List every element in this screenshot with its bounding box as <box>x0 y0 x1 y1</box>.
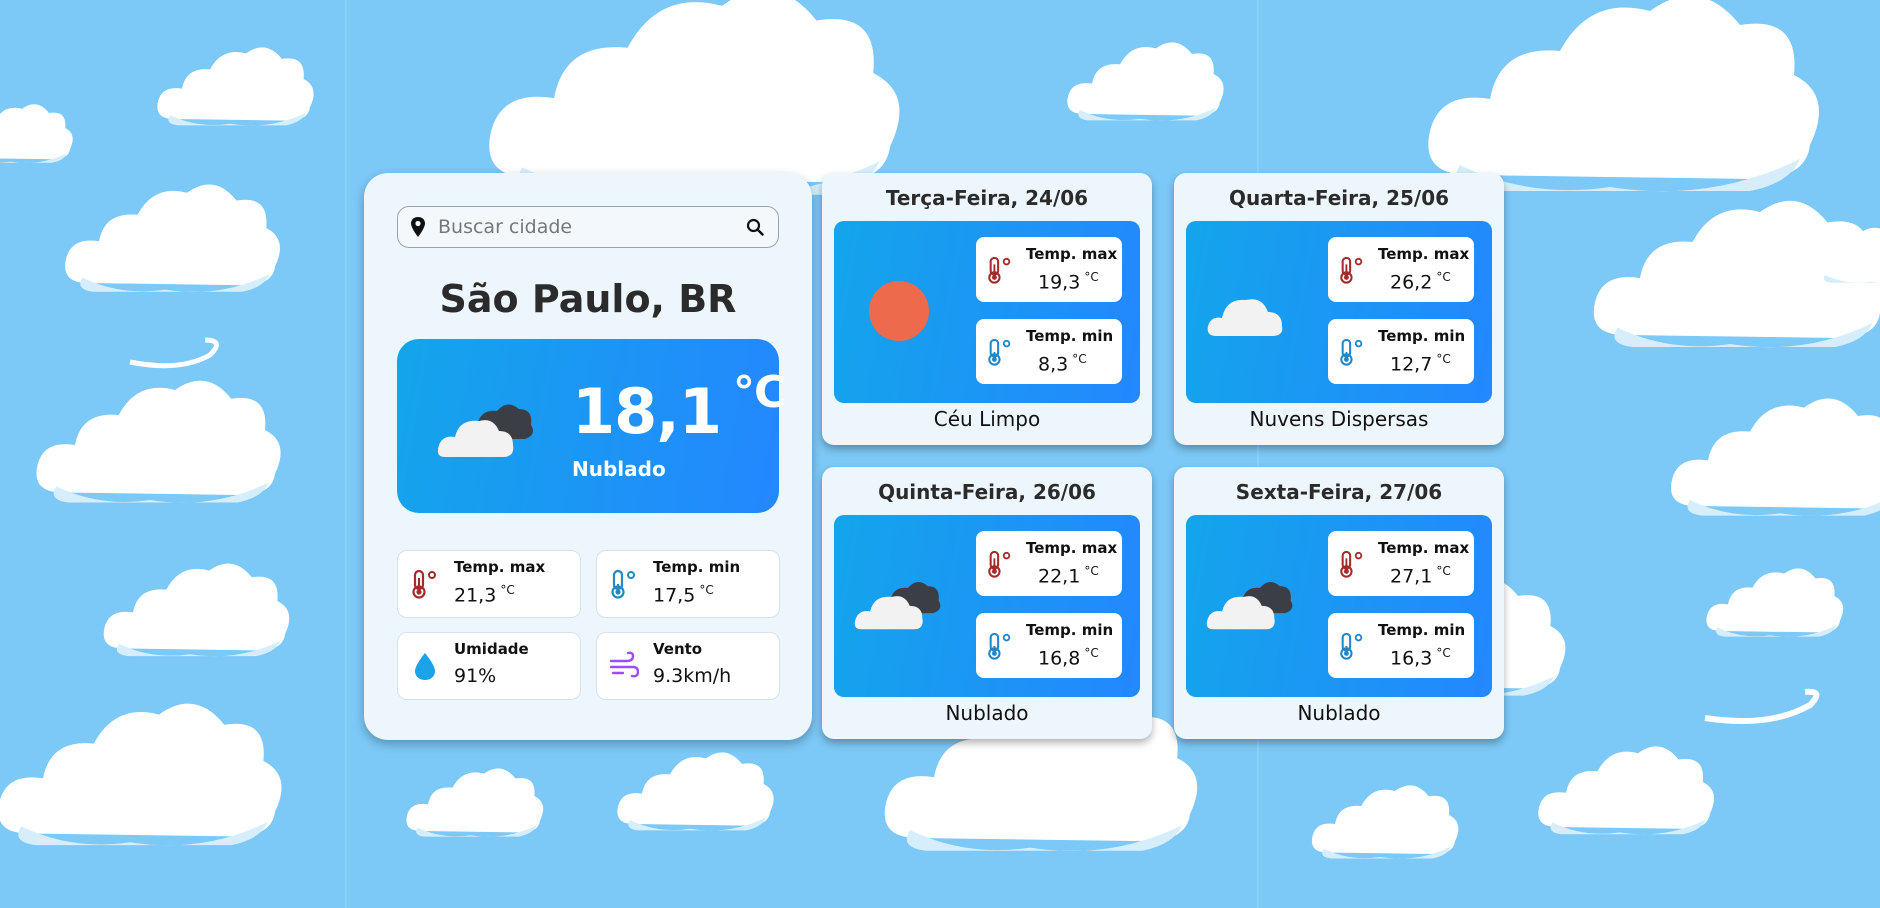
thermometer-cold-icon <box>988 338 1011 366</box>
stat-value: 21,3 °C <box>454 583 515 607</box>
forecast-temp-min: Temp. min 12,7 °C <box>1328 319 1474 384</box>
forecast-max-label: Temp. max <box>1026 245 1118 263</box>
city-name: São Paulo, BR <box>439 277 737 321</box>
forecast-day: Quarta-Feira, 25/06 <box>1228 186 1450 210</box>
forecast-panel: Temp. max 26,2 °C Temp. min 12,7 °C <box>1186 221 1492 403</box>
forecast-min-label: Temp. min <box>1026 621 1114 639</box>
forecast-max-value: 22,1 °C <box>1038 564 1099 588</box>
forecast-max-label: Temp. max <box>1378 539 1470 557</box>
cloudy-icon <box>854 582 941 630</box>
thermometer-hot-icon <box>1340 256 1363 284</box>
forecast-card: Quinta-Feira, 26/06 Temp. max 22,1 °C Tem <box>822 467 1152 739</box>
forecast-temp-min: Temp. min 16,3 °C <box>1328 613 1474 678</box>
thermometer-cold-icon <box>1340 338 1363 366</box>
forecast-temp-max: Temp. max 26,2 °C <box>1328 237 1474 302</box>
location-pin-icon <box>411 217 425 237</box>
forecast-max-value: 27,1 °C <box>1390 564 1451 588</box>
thermometer-hot-icon <box>412 569 436 599</box>
stat-label: Vento <box>653 640 703 658</box>
stat-label: Umidade <box>454 640 529 658</box>
forecast-condition: Nublado <box>1297 701 1381 725</box>
forecast-panel: Temp. max 22,1 °C Temp. min 16,8 °C <box>834 515 1140 697</box>
stat-label: Temp. min <box>653 558 741 576</box>
thermometer-hot-icon <box>988 256 1011 284</box>
forecast-min-label: Temp. min <box>1378 621 1466 639</box>
forecast-card: Terça-Feira, 24/06 Temp. max 19,3 °C Temp… <box>822 173 1152 445</box>
search-box[interactable] <box>397 206 779 248</box>
current-weather-card: São Paulo, BR 18,1°C Nublado Temp. max 2… <box>364 173 812 740</box>
forecast-card: Quarta-Feira, 25/06 Temp. max 26,2 °C Tem… <box>1174 173 1504 445</box>
forecast-max-value: 26,2 °C <box>1390 270 1451 294</box>
stat-temp-max: Temp. max 21,3 °C <box>397 550 581 618</box>
forecast-day: Terça-Feira, 24/06 <box>885 186 1089 210</box>
forecast-condition: Nuvens Dispersas <box>1249 407 1429 431</box>
forecast-min-label: Temp. min <box>1378 327 1466 345</box>
forecast-min-value: 8,3 °C <box>1038 352 1087 376</box>
forecast-temp-max: Temp. max 22,1 °C <box>976 531 1122 596</box>
search-input[interactable] <box>438 214 738 240</box>
current-description: Nublado <box>572 457 666 481</box>
current-temperature: 18,1 °C <box>572 367 786 448</box>
stat-value: 17,5 °C <box>653 583 714 607</box>
stat-wind: Vento 9.3km/h <box>596 632 780 700</box>
forecast-panel: Temp. max 27,1 °C Temp. min 16,3 °C <box>1186 515 1492 697</box>
thermometer-hot-icon <box>988 550 1011 578</box>
forecast-day: Sexta-Feira, 27/06 <box>1235 480 1443 504</box>
forecast-min-value: 16,8 °C <box>1038 646 1099 670</box>
forecast-card: Sexta-Feira, 27/06 Temp. max 27,1 °C Temp <box>1174 467 1504 739</box>
cloud-icon <box>1207 299 1283 336</box>
forecast-temp-max: Temp. max 27,1 °C <box>1328 531 1474 596</box>
wind-icon <box>609 651 639 678</box>
forecast-min-label: Temp. min <box>1026 327 1114 345</box>
thermometer-cold-icon <box>611 569 635 599</box>
stat-humidity: Umidade 91% <box>397 632 581 700</box>
thermometer-hot-icon <box>1340 550 1363 578</box>
forecast-condition: Céu Limpo <box>933 407 1041 431</box>
sun-icon <box>869 281 929 341</box>
forecast-max-value: 19,3 °C <box>1038 270 1099 294</box>
thermometer-cold-icon <box>1340 632 1363 660</box>
stat-value: 9.3km/h <box>653 665 732 687</box>
sky-background <box>0 0 1880 908</box>
stat-label: Temp. max <box>454 558 546 576</box>
cloudy-icon <box>437 404 533 457</box>
temperature-unit: °C <box>732 367 786 418</box>
forecast-condition: Nublado <box>945 701 1029 725</box>
forecast-temp-min: Temp. min 16,8 °C <box>976 613 1122 678</box>
current-conditions-panel: 18,1 °C Nublado <box>397 339 786 513</box>
water-drop-icon <box>415 653 435 680</box>
forecast-max-label: Temp. max <box>1378 245 1470 263</box>
stat-temp-min: Temp. min 17,5 °C <box>596 550 780 618</box>
forecast-panel: Temp. max 19,3 °C Temp. min 8,3 °C <box>834 221 1140 403</box>
forecast-min-value: 16,3 °C <box>1390 646 1451 670</box>
forecast-max-label: Temp. max <box>1026 539 1118 557</box>
cloudy-icon <box>1206 582 1293 630</box>
thermometer-cold-icon <box>988 632 1011 660</box>
forecast-min-value: 12,7 °C <box>1390 352 1451 376</box>
forecast-day: Quinta-Feira, 26/06 <box>878 480 1096 504</box>
forecast-temp-min: Temp. min 8,3 °C <box>976 319 1122 384</box>
search-icon[interactable] <box>746 218 764 236</box>
forecast-temp-max: Temp. max 19,3 °C <box>976 237 1122 302</box>
stat-value: 91% <box>454 665 497 687</box>
